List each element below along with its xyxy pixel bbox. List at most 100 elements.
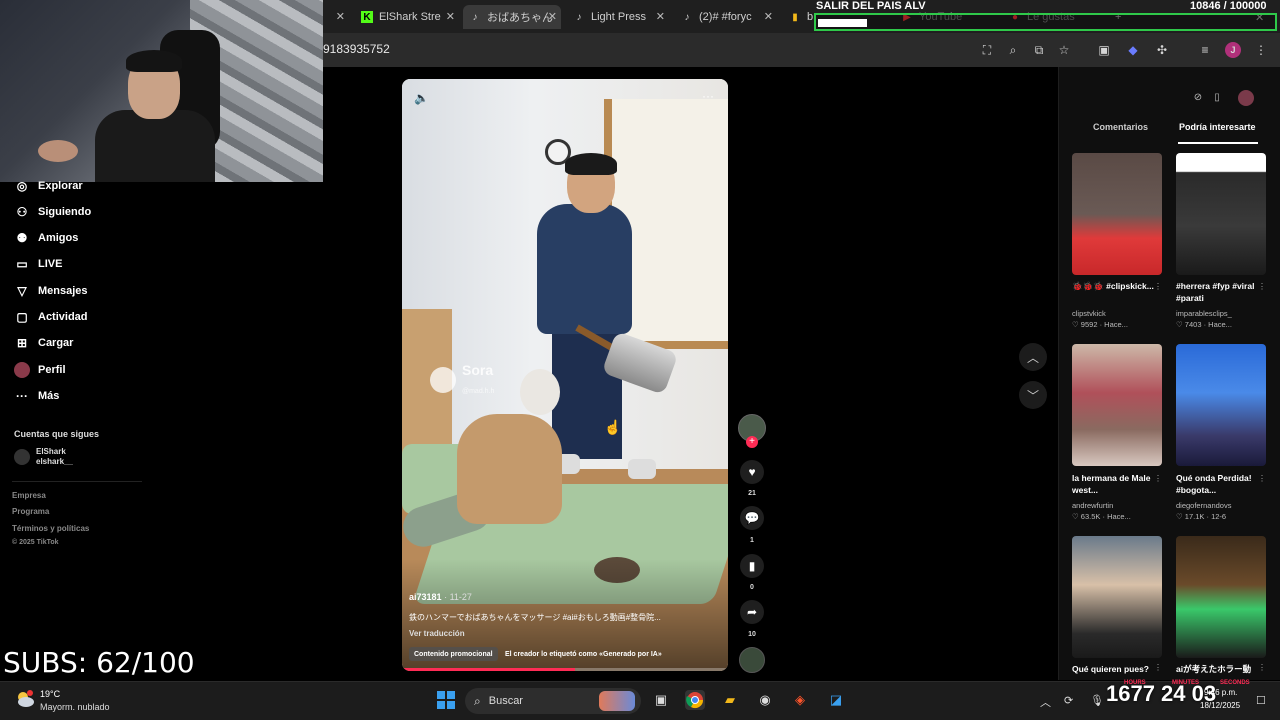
install-icon[interactable]: ⧉ xyxy=(1031,42,1047,58)
divider xyxy=(12,481,142,482)
close-icon[interactable]: ✕ xyxy=(764,10,773,23)
prev-video-button[interactable]: ︿ xyxy=(1019,343,1047,371)
sidebar-item-label: Actividad xyxy=(38,311,88,323)
tab-close-prev[interactable]: ✕ xyxy=(331,5,349,29)
tab-foryou[interactable]: ♪ (2)# #foryc ✕ xyxy=(681,5,777,29)
sidebar-item-explorar[interactable]: ◎ Explorar xyxy=(14,176,83,196)
share-button[interactable]: ➦ xyxy=(740,600,764,624)
music-disc-icon[interactable] xyxy=(739,647,765,673)
translate-link[interactable]: Ver traducción xyxy=(409,629,465,638)
brave-icon[interactable]: ◈ xyxy=(790,690,810,710)
card-more-icon[interactable]: ⋮ xyxy=(1154,663,1162,672)
star-icon[interactable]: ☆ xyxy=(1056,42,1072,58)
menu-icon[interactable]: ⋮ xyxy=(1253,42,1269,58)
more-options-icon[interactable]: ··· xyxy=(702,89,714,103)
card-more-icon[interactable]: ⋮ xyxy=(1258,474,1266,483)
timer-label-hours: HOURS xyxy=(1124,680,1146,686)
url-input[interactable]: 9183935752 xyxy=(323,42,390,56)
video-card-thumbnail[interactable] xyxy=(1072,153,1162,275)
windows-start-icon[interactable] xyxy=(436,690,456,710)
video-card-thumbnail[interactable] xyxy=(1176,153,1266,275)
video-card-title[interactable]: Qué quieren pues? xyxy=(1072,663,1162,675)
video-card-thumbnail[interactable] xyxy=(1176,344,1266,466)
chrome-icon[interactable] xyxy=(685,690,705,710)
footer-link-empresa[interactable]: Empresa xyxy=(12,491,46,500)
tab-elshark[interactable]: K ElShark Stre ✕ xyxy=(361,5,459,29)
close-icon[interactable]: ✕ xyxy=(656,10,665,23)
tray-app-icon[interactable]: ⟳ xyxy=(1064,694,1073,707)
follow-plus-icon[interactable]: + xyxy=(746,436,758,448)
video-card-title[interactable]: #herrera #fyp #viral #parati xyxy=(1176,280,1266,304)
tray-overflow-icon[interactable]: ︿ xyxy=(1040,694,1051,710)
playlist-icon[interactable]: ≡ xyxy=(1197,42,1213,58)
video-progress-bar[interactable] xyxy=(402,668,728,671)
sidebar-item-live[interactable]: ▭ LIVE xyxy=(14,254,62,274)
sidebar-item-mensajes[interactable]: ▽ Mensajes xyxy=(14,281,87,301)
task-view-icon[interactable]: ▣ xyxy=(651,690,671,710)
close-icon[interactable]: ✕ xyxy=(548,10,557,23)
puzzle-icon[interactable]: ✣ xyxy=(1154,42,1170,58)
tab-light-press[interactable]: ♪ Light Press ✕ xyxy=(573,5,669,29)
video-card-author[interactable]: imparablesclips_ xyxy=(1176,309,1232,318)
video-date: 11-27 xyxy=(449,592,472,602)
close-icon[interactable]: ✕ xyxy=(446,10,455,23)
following-header: Cuentas que sigues xyxy=(14,429,100,439)
taskbar-clock-time[interactable]: 9:46 p.m. xyxy=(1204,688,1237,697)
video-card-thumbnail[interactable] xyxy=(1072,536,1162,658)
live-icon: ▭ xyxy=(16,257,28,271)
sidebar-item-mas[interactable]: ··· Más xyxy=(14,386,59,406)
comment-button[interactable]: 💬 xyxy=(740,506,764,530)
profile-avatar[interactable]: J xyxy=(1225,42,1241,58)
video-player[interactable]: Sora @mad.h.h 🔈 ··· ☝ ai73181 · 11-27 鉄の… xyxy=(402,79,728,671)
card-more-icon[interactable]: ⋮ xyxy=(1154,474,1162,483)
notification-icon[interactable]: ☐ xyxy=(1256,694,1266,707)
timer-label-seconds: SECONDS xyxy=(1220,680,1250,686)
taskbar-search[interactable]: ⌕ Buscar xyxy=(465,688,641,714)
microphone-icon[interactable]: 🎙 xyxy=(1090,694,1104,707)
app-icon[interactable]: ◪ xyxy=(826,690,846,710)
volume-icon[interactable]: 🔈 xyxy=(414,91,429,105)
account-handle: elshark__ xyxy=(36,457,73,466)
tab-comentarios[interactable]: Comentarios xyxy=(1093,122,1148,132)
video-card-thumbnail[interactable] xyxy=(1176,536,1266,658)
like-button[interactable]: ♥ xyxy=(740,460,764,484)
coin-icon[interactable]: ⊘ xyxy=(1191,90,1205,104)
tab-label: (2)# #foryc xyxy=(699,11,752,23)
tab-podria-interesarte[interactable]: Podría interesarte xyxy=(1179,122,1256,132)
video-card-title[interactable]: 🐞🐞🐞 #clipskick... xyxy=(1072,280,1162,292)
sidebar-item-amigos[interactable]: ⚉ Amigos xyxy=(14,228,79,248)
close-icon[interactable]: ✕ xyxy=(336,10,345,23)
taskbar-clock-date[interactable]: 18/12/2025 xyxy=(1200,701,1240,710)
next-video-button[interactable]: ﹀ xyxy=(1019,381,1047,409)
card-more-icon[interactable]: ⋮ xyxy=(1154,282,1162,291)
card-more-icon[interactable]: ⋮ xyxy=(1258,282,1266,291)
footer-link-programa[interactable]: Programa xyxy=(12,507,49,516)
obs-icon[interactable]: ◉ xyxy=(755,690,775,710)
translate-icon[interactable]: ⛶ xyxy=(979,42,995,58)
video-card-author[interactable]: clipstvkick xyxy=(1072,309,1106,318)
sidebar-item-cargar[interactable]: ⊞ Cargar xyxy=(14,333,74,353)
tab-obaachan[interactable]: ♪ おばあちゃん ✕ xyxy=(463,5,561,29)
card-more-icon[interactable]: ⋮ xyxy=(1258,663,1266,672)
video-card-author[interactable]: andrewfurtin xyxy=(1072,501,1113,510)
following-account[interactable]: ElShark elshark__ xyxy=(14,447,73,467)
video-card-title[interactable]: aiが考えたホラー動 xyxy=(1176,663,1266,675)
weather-icon[interactable] xyxy=(14,688,36,710)
video-card-thumbnail[interactable] xyxy=(1072,344,1162,466)
save-button[interactable]: ▮ xyxy=(740,554,764,578)
sidebar-item-actividad[interactable]: ▢ Actividad xyxy=(14,307,88,327)
sidebar-item-perfil[interactable]: Perfil xyxy=(14,360,66,380)
file-explorer-icon[interactable]: ▰ xyxy=(720,690,740,710)
media-icon[interactable]: ▣ xyxy=(1096,42,1112,58)
footer-link-terminos[interactable]: Términos y políticas xyxy=(12,524,89,533)
zoom-icon[interactable]: ⌕ xyxy=(1005,42,1021,58)
weather-description: Mayorm. nublado xyxy=(40,702,110,712)
video-author[interactable]: ai73181 · 11-27 xyxy=(409,592,472,602)
video-card-title[interactable]: Qué onda Perdida! #bogota... xyxy=(1176,472,1266,496)
device-icon[interactable]: ▯ xyxy=(1210,90,1224,104)
video-card-author[interactable]: diegofernandovs xyxy=(1176,501,1231,510)
video-card-title[interactable]: la hermana de Male west... xyxy=(1072,472,1162,496)
sidebar-item-siguiendo[interactable]: ⚇ Siguiendo xyxy=(14,202,92,222)
extension-icon[interactable]: ◆ xyxy=(1125,42,1141,58)
user-avatar[interactable] xyxy=(1238,90,1254,106)
